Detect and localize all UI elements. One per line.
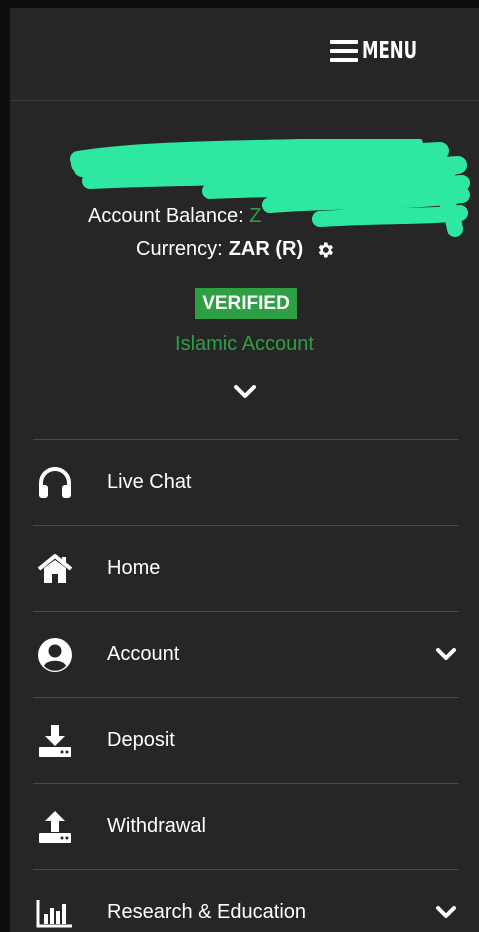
download-tray-icon [33,723,77,759]
currency-label: Currency: [136,238,223,260]
menu-header: MENU [10,8,479,101]
gear-icon[interactable] [315,240,335,260]
side-menu-panel: MENU Account Balance: Z Currency: ZAR (R… [10,8,479,932]
home-icon [33,551,77,587]
balance-label: Account Balance: [88,205,244,227]
chevron-down-icon[interactable] [435,904,457,920]
nav-item-account[interactable]: Account [33,611,459,697]
balance-value: Z [249,205,262,227]
hamburger-icon [330,40,359,62]
headphones-icon [33,465,77,501]
nav-label-account: Account [107,643,180,665]
nav-label-research-education: Research & Education [107,901,307,923]
user-circle-icon [33,637,77,673]
account-balance: Account Balance: Z [88,205,261,228]
bar-chart-icon [33,895,77,931]
nav-item-live-chat[interactable]: Live Chat [33,439,459,525]
currency-value: ZAR (R) [228,238,304,260]
nav-label-live-chat: Live Chat [107,471,192,493]
upload-tray-icon [33,809,77,845]
currency-row: Currency: ZAR (R) [136,238,335,261]
chevron-down-icon[interactable] [233,383,257,401]
nav-menu: Live Chat Home Account Deposit Withdrawa… [33,439,459,932]
nav-label-withdrawal: Withdrawal [107,815,206,837]
nav-label-deposit: Deposit [107,729,175,751]
nav-item-research-education[interactable]: Research & Education [33,869,459,932]
screen: MENU Account Balance: Z Currency: ZAR (R… [0,0,479,932]
nav-item-withdrawal[interactable]: Withdrawal [33,783,459,869]
account-type-label: Islamic Account [175,333,314,355]
account-summary: Account Balance: Z Currency: ZAR (R) VER… [10,101,479,439]
nav-label-home: Home [107,557,161,579]
verified-badge: VERIFIED [195,288,297,319]
menu-label: MENU [362,38,418,64]
chevron-down-icon[interactable] [435,646,457,662]
nav-item-home[interactable]: Home [33,525,459,611]
nav-item-deposit[interactable]: Deposit [33,697,459,783]
menu-toggle-button[interactable]: MENU [330,38,439,64]
